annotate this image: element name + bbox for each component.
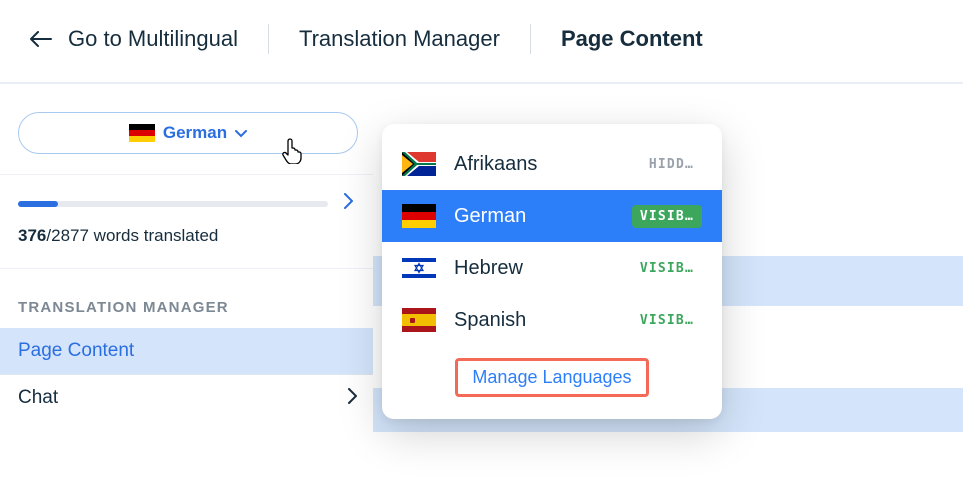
sidebar: German 376/2877 words translated TRANS <box>0 84 373 492</box>
breadcrumb-separator <box>530 24 531 54</box>
progress-fill <box>18 201 58 207</box>
language-selector-label: German <box>163 123 227 143</box>
breadcrumb-translation-manager[interactable]: Translation Manager <box>299 26 500 52</box>
language-option-german[interactable]: German VISIB… <box>382 190 722 242</box>
language-dropdown: Afrikaans HIDD… German VISIB… Hebrew VIS… <box>382 124 722 419</box>
germany-flag-icon <box>402 204 436 228</box>
sidebar-item-label: Page Content <box>18 340 134 362</box>
translation-progress-bar <box>18 201 328 207</box>
arrow-left-icon <box>28 29 54 49</box>
chevron-down-icon <box>235 126 247 141</box>
language-option-spanish[interactable]: Spanish VISIB… <box>382 294 722 346</box>
south-africa-flag-icon <box>402 152 436 176</box>
language-option-label: German <box>454 205 614 228</box>
language-option-label: Hebrew <box>454 257 614 280</box>
sidebar-section-label: TRANSLATION MANAGER <box>0 269 373 328</box>
spain-flag-icon <box>402 308 436 332</box>
visibility-badge-visible: VISIB… <box>632 257 702 280</box>
chevron-right-icon[interactable] <box>338 193 359 214</box>
breadcrumb-bar: Go to Multilingual Translation Manager P… <box>0 0 963 82</box>
language-option-label: Spanish <box>454 309 614 332</box>
back-link[interactable]: Go to Multilingual <box>28 26 238 52</box>
words-translated-suffix: words translated <box>89 226 218 245</box>
visibility-badge-visible: VISIB… <box>632 205 702 228</box>
visibility-badge-hidden: HIDD… <box>641 153 702 176</box>
sidebar-item-page-content[interactable]: Page Content <box>0 328 373 374</box>
germany-flag-icon <box>129 124 155 142</box>
words-total-count: 2877 <box>51 226 89 245</box>
back-link-label: Go to Multilingual <box>68 26 238 52</box>
chevron-right-icon <box>348 388 357 409</box>
sidebar-item-chat[interactable]: Chat <box>0 375 373 421</box>
visibility-badge-visible: VISIB… <box>632 309 702 332</box>
words-translated-count: 376 <box>18 226 46 245</box>
translation-progress-text: 376/2877 words translated <box>0 222 373 269</box>
translation-progress-row[interactable] <box>0 174 373 222</box>
breadcrumb-page-content: Page Content <box>561 26 703 52</box>
language-selector-pill[interactable]: German <box>18 112 358 154</box>
language-option-afrikaans[interactable]: Afrikaans HIDD… <box>382 138 722 190</box>
language-option-hebrew[interactable]: Hebrew VISIB… <box>382 242 722 294</box>
breadcrumb-separator <box>268 24 269 54</box>
sidebar-item-label: Chat <box>18 387 58 409</box>
manage-languages-link[interactable]: Manage Languages <box>455 358 648 397</box>
language-option-label: Afrikaans <box>454 153 623 176</box>
israel-flag-icon <box>402 256 436 280</box>
